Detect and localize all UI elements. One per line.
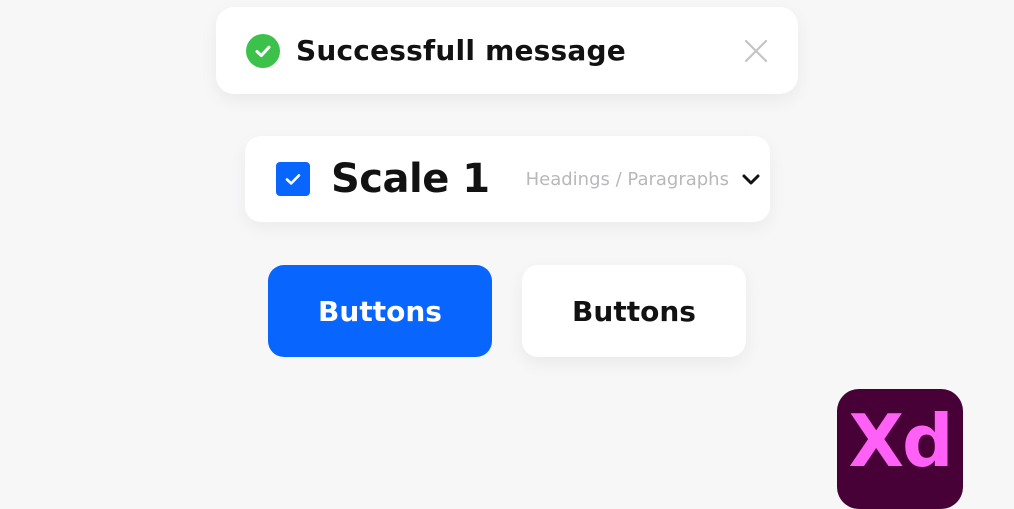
checkmark-icon	[285, 174, 301, 185]
scale-title: Scale 1	[331, 156, 490, 202]
primary-button-label: Buttons	[318, 294, 442, 328]
toast-message: Successfull message	[296, 34, 626, 67]
xd-logo-text: Xd	[848, 399, 953, 483]
chevron-down-icon[interactable]	[741, 168, 761, 190]
secondary-button[interactable]: Buttons	[522, 265, 746, 357]
secondary-button-label: Buttons	[572, 294, 696, 328]
xd-logo: Xd	[837, 389, 963, 509]
scale-subtitle[interactable]: Headings / Paragraphs	[526, 169, 729, 190]
close-icon[interactable]	[742, 37, 770, 65]
check-circle-icon	[246, 33, 280, 68]
scale-selector: Scale 1 Headings / Paragraphs	[245, 136, 770, 222]
success-toast: Successfull message	[216, 7, 798, 94]
scale-checkbox[interactable]	[276, 162, 310, 196]
primary-button[interactable]: Buttons	[268, 265, 492, 357]
